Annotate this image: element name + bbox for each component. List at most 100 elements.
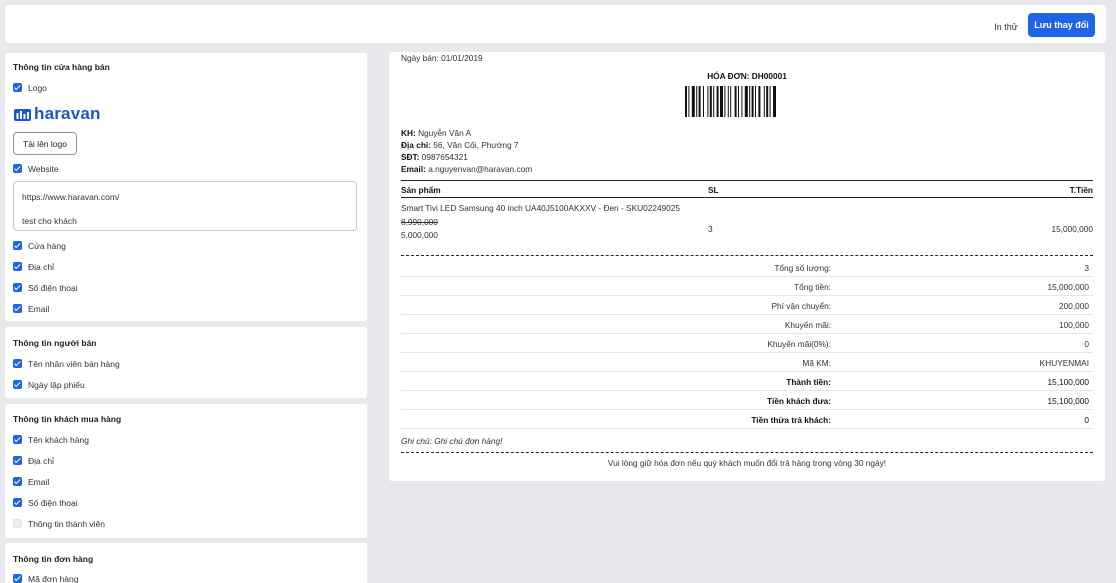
summary-value: 0 — [1084, 415, 1089, 425]
checkbox-checked-icon[interactable] — [13, 477, 22, 486]
store-info-title: Thông tin cửa hàng bán — [13, 62, 110, 72]
summary-row: Khuyến mãi: 100,000 — [401, 315, 1093, 334]
summary-row: Thành tiền: 15,100,000 — [401, 372, 1093, 391]
summary-row: Tiền khách đưa: 15,100,000 — [401, 391, 1093, 410]
summary-row: Tổng số lượng: 3 — [401, 258, 1093, 277]
textarea-line: test cho khách — [22, 216, 77, 226]
summary-value: 100,000 — [1059, 320, 1089, 330]
website-option[interactable]: Website — [13, 163, 59, 174]
seller-name-option[interactable]: Tên nhân viên bán hàng — [13, 358, 120, 369]
customer-email-value: a.nguyenvan@haravan.com — [428, 164, 533, 174]
customer-name-option[interactable]: Tên khách hàng — [13, 434, 89, 445]
order-info-title: Thông tin đơn hàng — [13, 554, 94, 564]
option-label: Thông tin thành viên — [28, 518, 106, 529]
member-info-option[interactable]: Thông tin thành viên — [13, 518, 105, 529]
customer-name-line: KH: Nguyễn Văn A — [401, 128, 471, 138]
column-qty: SL — [708, 185, 719, 195]
seller-info-card: Thông tin người bán Tên nhân viên bán hà… — [5, 327, 367, 398]
column-total: T.Tiền — [1069, 185, 1093, 195]
checkbox-checked-icon[interactable] — [13, 435, 22, 444]
option-label: Số điện thoại — [28, 497, 78, 508]
line-item-price: 5,000,000 — [401, 230, 438, 240]
checkbox-checked-icon[interactable] — [13, 283, 22, 292]
checkbox-unchecked-icon[interactable] — [13, 519, 22, 528]
line-item-qty: 3 — [708, 224, 713, 234]
upload-logo-button[interactable]: Tải lên logo — [13, 132, 77, 155]
option-label: Cửa hàng — [28, 240, 66, 251]
summary-value: 3 — [1084, 263, 1089, 273]
created-date-option[interactable]: Ngày lập phiếu — [13, 379, 85, 390]
order-note: Ghi chú: Ghi chú đơn hàng! — [401, 436, 503, 446]
store-name-option[interactable]: Cửa hàng — [13, 240, 66, 251]
checkbox-checked-icon[interactable] — [13, 380, 22, 389]
customer-info-card: Thông tin khách mua hàng Tên khách hàng … — [5, 404, 367, 538]
save-changes-button[interactable]: Lưu thay đổi — [1028, 13, 1095, 37]
customer-name-label: KH: — [401, 128, 416, 138]
summary-label: Phí vận chuyển: — [771, 301, 831, 311]
receipt-preview: Ngày bán: 01/01/2019 HÓA ĐƠN: DH00001 KH… — [389, 52, 1105, 481]
summary-top-rule — [401, 255, 1093, 256]
customer-phone-option[interactable]: Số điện thoại — [13, 497, 78, 508]
seller-info-title: Thông tin người bán — [13, 338, 97, 348]
summary-row: Tổng tiền: 15,000,000 — [401, 277, 1093, 296]
option-label: Email — [28, 303, 50, 314]
store-email-option[interactable]: Email — [13, 303, 49, 314]
summary-label: Khuyến mãi: — [784, 320, 831, 330]
summary-label: Khuyến mãi(0%): — [767, 339, 831, 349]
order-info-card: Thông tin đơn hàng Mã đơn hàng — [5, 543, 367, 583]
checkbox-checked-icon[interactable] — [13, 456, 22, 465]
checkbox-checked-icon[interactable] — [13, 498, 22, 507]
summary-label: Thành tiền: — [786, 377, 831, 387]
summary-value: 0 — [1084, 339, 1089, 349]
checkbox-checked-icon[interactable] — [13, 241, 22, 250]
summary-row: Mã KM: KHUYENMAI — [401, 353, 1093, 372]
order-code-option[interactable]: Mã đơn hàng — [13, 573, 78, 583]
return-policy-text: Vui lòng giữ hóa đơn nếu quý khách muốn … — [607, 458, 887, 468]
logo-option[interactable]: Logo — [13, 82, 47, 93]
checkbox-checked-icon[interactable] — [13, 83, 22, 92]
column-product: Sản phẩm — [401, 185, 441, 195]
option-label: Địa chỉ — [28, 261, 54, 272]
summary-label: Tổng số lượng: — [774, 263, 831, 273]
customer-address-label: Địa chỉ: — [401, 140, 431, 150]
line-item-old-price: 8,990,000 — [401, 217, 438, 227]
option-label: Logo — [28, 82, 47, 93]
customer-phone-label: SĐT: — [401, 152, 420, 162]
textarea-line — [22, 203, 348, 215]
customer-address-option[interactable]: Địa chỉ — [13, 455, 54, 466]
textarea-line: https://www.haravan.com/ — [22, 192, 120, 202]
checkbox-checked-icon[interactable] — [13, 359, 22, 368]
customer-email-option[interactable]: Email — [13, 476, 49, 487]
customer-address-line: Địa chỉ: 56, Văn Cối, Phường 7 — [401, 140, 519, 150]
sale-date: Ngày bán: 01/01/2019 — [401, 53, 483, 63]
option-label: Tên nhân viên bán hàng — [28, 358, 120, 369]
summary-label: Tiền thừa trả khách: — [751, 415, 831, 425]
checkbox-checked-icon[interactable] — [13, 574, 22, 583]
print-preview-button[interactable]: In thử — [983, 17, 1029, 37]
store-phone-option[interactable]: Số điện thoại — [13, 282, 78, 293]
barcode-icon — [685, 86, 776, 117]
checkbox-checked-icon[interactable] — [13, 164, 22, 173]
summary-value: 15,100,000 — [1047, 377, 1089, 387]
option-label: Số điện thoại — [28, 282, 78, 293]
customer-phone-value: 0987654321 — [421, 152, 468, 162]
website-textarea[interactable]: https://www.haravan.com/ test cho khách — [13, 181, 357, 231]
summary-row: Phí vận chuyển: 200,000 — [401, 296, 1093, 315]
store-info-card: Thông tin cửa hàng bán Logo haravan Tải … — [5, 53, 367, 321]
customer-phone-line: SĐT: 0987654321 — [401, 152, 468, 162]
top-toolbar: In thử Lưu thay đổi — [5, 5, 1106, 43]
customer-name-value: Nguyễn Văn A — [418, 128, 472, 138]
summary-row: Khuyến mãi(0%): 0 — [401, 334, 1093, 353]
summary-value: 200,000 — [1059, 301, 1089, 311]
option-label: Mã đơn hàng — [28, 573, 79, 583]
table-top-rule — [401, 180, 1093, 181]
logo-brand-text: haravan — [34, 104, 101, 123]
haravan-logo-icon — [14, 109, 31, 121]
store-address-option[interactable]: Địa chỉ — [13, 261, 54, 272]
footer-rule — [401, 452, 1093, 453]
checkbox-checked-icon[interactable] — [13, 262, 22, 271]
summary-label: Tổng tiền: — [794, 282, 831, 292]
invoice-title: HÓA ĐƠN: DH00001 — [707, 71, 787, 81]
customer-info-title: Thông tin khách mua hàng — [13, 414, 122, 424]
checkbox-checked-icon[interactable] — [13, 304, 22, 313]
